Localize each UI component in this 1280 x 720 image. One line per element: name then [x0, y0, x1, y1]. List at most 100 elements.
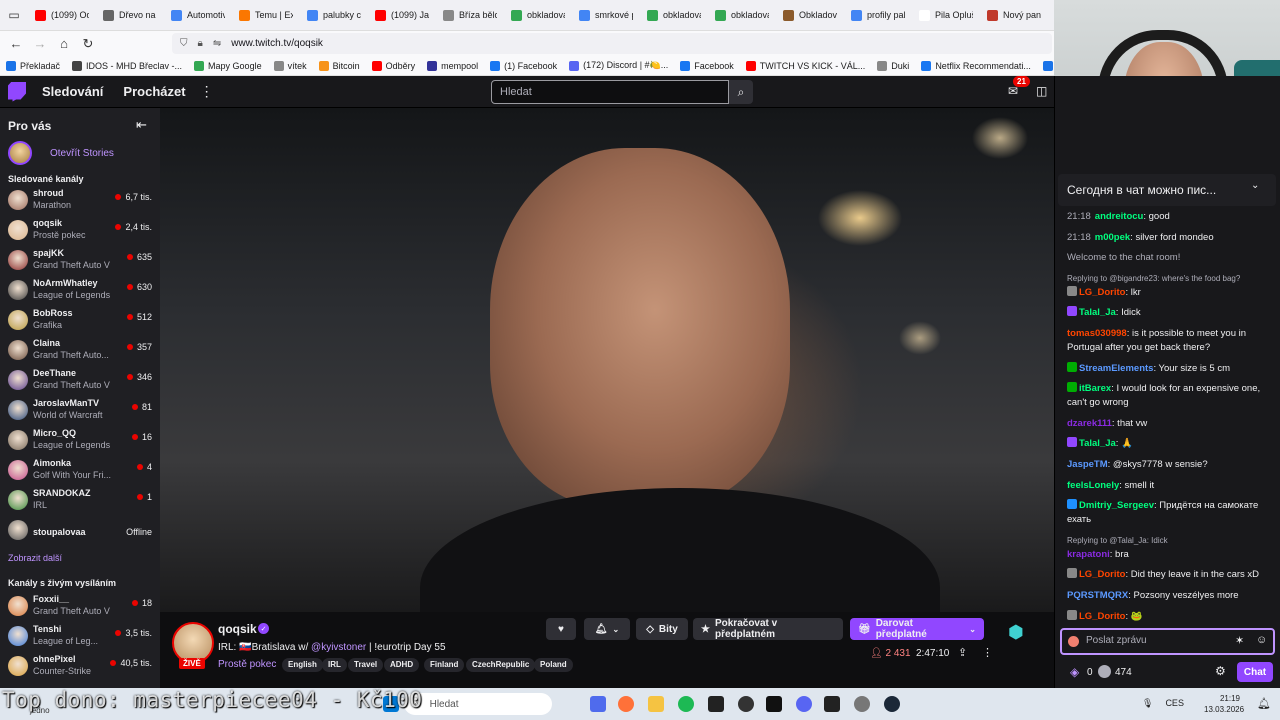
- chat-send-button[interactable]: Chat: [1237, 662, 1273, 682]
- stream-category[interactable]: Prostě pokec: [218, 659, 276, 670]
- task-view-icon[interactable]: [590, 696, 606, 712]
- chat-settings-icon[interactable]: ⚙: [1215, 664, 1226, 678]
- firefox-icon[interactable]: [618, 696, 634, 712]
- channel-points-icon[interactable]: ◈: [1070, 665, 1079, 679]
- spotify-icon[interactable]: [678, 696, 694, 712]
- back-icon[interactable]: ←: [4, 32, 28, 56]
- browser-tab[interactable]: Automotiv: [164, 0, 232, 31]
- sidebar-channel-item[interactable]: ohnePixel Counter-Strike 40,5 tis.: [8, 652, 154, 682]
- discord-icon[interactable]: [796, 696, 812, 712]
- epic-games-icon[interactable]: [824, 696, 840, 712]
- nav-browse[interactable]: Procházet: [123, 84, 185, 99]
- video-player[interactable]: [160, 108, 1054, 612]
- chat-username[interactable]: dzarek111: [1067, 418, 1112, 429]
- url-field[interactable]: ⛉ 🔒︎ ⇋ www.twitch.tv/qoqsik: [172, 33, 1052, 54]
- continue-subscription-button[interactable]: ★ Pokračovat v předplatném: [693, 618, 843, 640]
- sidebar-channel-item[interactable]: Foxxii__ Grand Theft Auto V 18: [8, 592, 154, 622]
- browser-tab[interactable]: Pila Oplušil - F: [912, 0, 980, 31]
- chat-username[interactable]: itBarex: [1079, 383, 1111, 394]
- bookmark-item[interactable]: Netflix Recommendati...: [921, 60, 1031, 71]
- bookmark-item[interactable]: Bitcoin: [318, 60, 360, 71]
- terminal-icon[interactable]: [708, 696, 724, 712]
- sidebar-channel-item[interactable]: Claina Grand Theft Auto... 357: [8, 336, 154, 366]
- sidebar-channel-item[interactable]: Aimonka Golf With Your Fri... 4: [8, 456, 154, 486]
- show-more-link[interactable]: Zobrazit další: [8, 553, 62, 563]
- gift-subscription-button[interactable]: 🎁︎ Darovat předplatné ⌄: [850, 618, 984, 640]
- emote-picker-icon[interactable]: ☺: [1256, 634, 1267, 646]
- channel-points-badge-icon[interactable]: [1098, 665, 1111, 678]
- sidebar-channel-item[interactable]: BobRoss Grafika 512: [8, 306, 154, 336]
- bits-cheer-icon[interactable]: ✶: [1235, 634, 1244, 647]
- sidebar-channel-item[interactable]: SRANDOKAZ IRL 1: [8, 486, 154, 516]
- sidebar-channel-item[interactable]: stoupalovaa Offline: [8, 516, 154, 546]
- chevron-down-icon[interactable]: ⌄: [1251, 180, 1259, 191]
- notifications-bell-button[interactable]: 🔔︎ ⌄: [584, 618, 630, 640]
- stream-tag[interactable]: Travel: [348, 658, 384, 672]
- sidebar-channel-item[interactable]: shroud Marathon 6,7 tis.: [8, 186, 154, 216]
- chat-username[interactable]: andreitocu: [1095, 211, 1144, 222]
- taskbar-search[interactable]: ⌕ Hledat: [404, 693, 552, 715]
- chat-badge-icon[interactable]: [1067, 361, 1077, 372]
- settings-icon[interactable]: [854, 696, 870, 712]
- twitch-logo-icon[interactable]: [8, 81, 26, 102]
- browser-tab[interactable]: palubky ce: [300, 0, 368, 31]
- reply-context[interactable]: Replying to @Talal_Ja: Idick: [1067, 534, 1275, 548]
- sidebar-channel-item[interactable]: spajKK Grand Theft Auto V 635: [8, 246, 154, 276]
- chat-username[interactable]: Talal_Ja: [1079, 438, 1116, 449]
- taskbar-clock[interactable]: 21:19 13.03.2026: [1204, 693, 1244, 715]
- stream-tag[interactable]: Finland: [424, 658, 465, 672]
- forward-icon[interactable]: →: [28, 32, 52, 56]
- chat-username[interactable]: LG_Dorito: [1079, 287, 1125, 298]
- reload-icon[interactable]: ↻: [76, 32, 100, 56]
- bookmark-item[interactable]: Mapy Google: [194, 60, 262, 71]
- more-menu-icon[interactable]: ⋮: [200, 83, 214, 100]
- chat-identity-icon[interactable]: [1068, 636, 1079, 647]
- sidebar-channel-item[interactable]: Tenshi League of Leg... 3,5 tis.: [8, 622, 154, 652]
- bookmark-item[interactable]: IDOS - MHD Břeclav -...: [72, 60, 182, 71]
- bookmark-item[interactable]: Duki: [877, 60, 909, 71]
- whispers-icon[interactable]: ◫: [1036, 84, 1047, 98]
- streamer-name[interactable]: qoqsik: [218, 622, 257, 636]
- tab-list-icon[interactable]: ▭: [0, 0, 28, 31]
- bits-button[interactable]: ◇ Bity: [636, 618, 688, 640]
- browser-tab[interactable]: smrkové p: [572, 0, 640, 31]
- stream-tag[interactable]: Poland: [534, 658, 573, 672]
- chat-username[interactable]: Talal_Ja: [1079, 307, 1116, 318]
- chat-badge-icon[interactable]: [1067, 382, 1077, 393]
- search-button[interactable]: ⌕: [729, 80, 753, 104]
- chat-badge-icon[interactable]: [1067, 609, 1077, 620]
- chat-username[interactable]: feelsLonely: [1067, 480, 1119, 491]
- chat-username[interactable]: tomas030998: [1067, 328, 1127, 339]
- chat-username[interactable]: Dmitriy_Sergeev: [1079, 500, 1154, 511]
- bookmark-item[interactable]: Překladač: [6, 60, 60, 71]
- browser-tab[interactable]: Nový panel: [980, 0, 1048, 31]
- stream-tag[interactable]: CzechRepublic: [466, 658, 536, 672]
- bookmark-item[interactable]: Facebook: [680, 60, 734, 71]
- share-icon[interactable]: ⇪: [958, 646, 967, 659]
- steam-icon[interactable]: [884, 696, 900, 712]
- stream-tag[interactable]: IRL: [322, 658, 347, 672]
- search-input[interactable]: Hledat: [491, 80, 729, 104]
- sidebar-channel-item[interactable]: NoArmWhatley League of Legends 630: [8, 276, 154, 306]
- browser-tab[interactable]: Temu | Exp: [232, 0, 300, 31]
- tray-language[interactable]: CES: [1165, 698, 1184, 709]
- chat-badge-icon[interactable]: [1067, 499, 1077, 510]
- sidebar-channel-item[interactable]: DeeThane Grand Theft Auto V 346: [8, 366, 154, 396]
- obs-icon[interactable]: [738, 696, 754, 712]
- notification-center-icon[interactable]: 🔔︎: [1257, 697, 1271, 710]
- sidebar-channel-item[interactable]: JaroslavManTV World of Warcraft 81: [8, 396, 154, 426]
- chat-username[interactable]: JaspeTM: [1067, 459, 1108, 470]
- chat-username[interactable]: m00pek: [1095, 232, 1130, 243]
- bits-extension-icon[interactable]: ⬢: [1008, 622, 1034, 654]
- chat-badge-icon[interactable]: [1067, 437, 1077, 448]
- browser-tab[interactable]: obkladová: [708, 0, 776, 31]
- chat-username[interactable]: LG_Dorito: [1079, 611, 1125, 622]
- chat-badge-icon[interactable]: [1067, 568, 1077, 579]
- browser-tab[interactable]: Dřevo na r: [96, 0, 164, 31]
- collapse-sidebar-icon[interactable]: ⇤: [136, 117, 147, 133]
- sidebar-channel-item[interactable]: qoqsik Prostě pokec 2,4 tis.: [8, 216, 154, 246]
- chat-username[interactable]: StreamElements: [1079, 363, 1153, 374]
- stream-tag[interactable]: English: [282, 658, 323, 672]
- file-explorer-icon[interactable]: [648, 696, 664, 712]
- chat-badge-icon[interactable]: [1067, 306, 1077, 317]
